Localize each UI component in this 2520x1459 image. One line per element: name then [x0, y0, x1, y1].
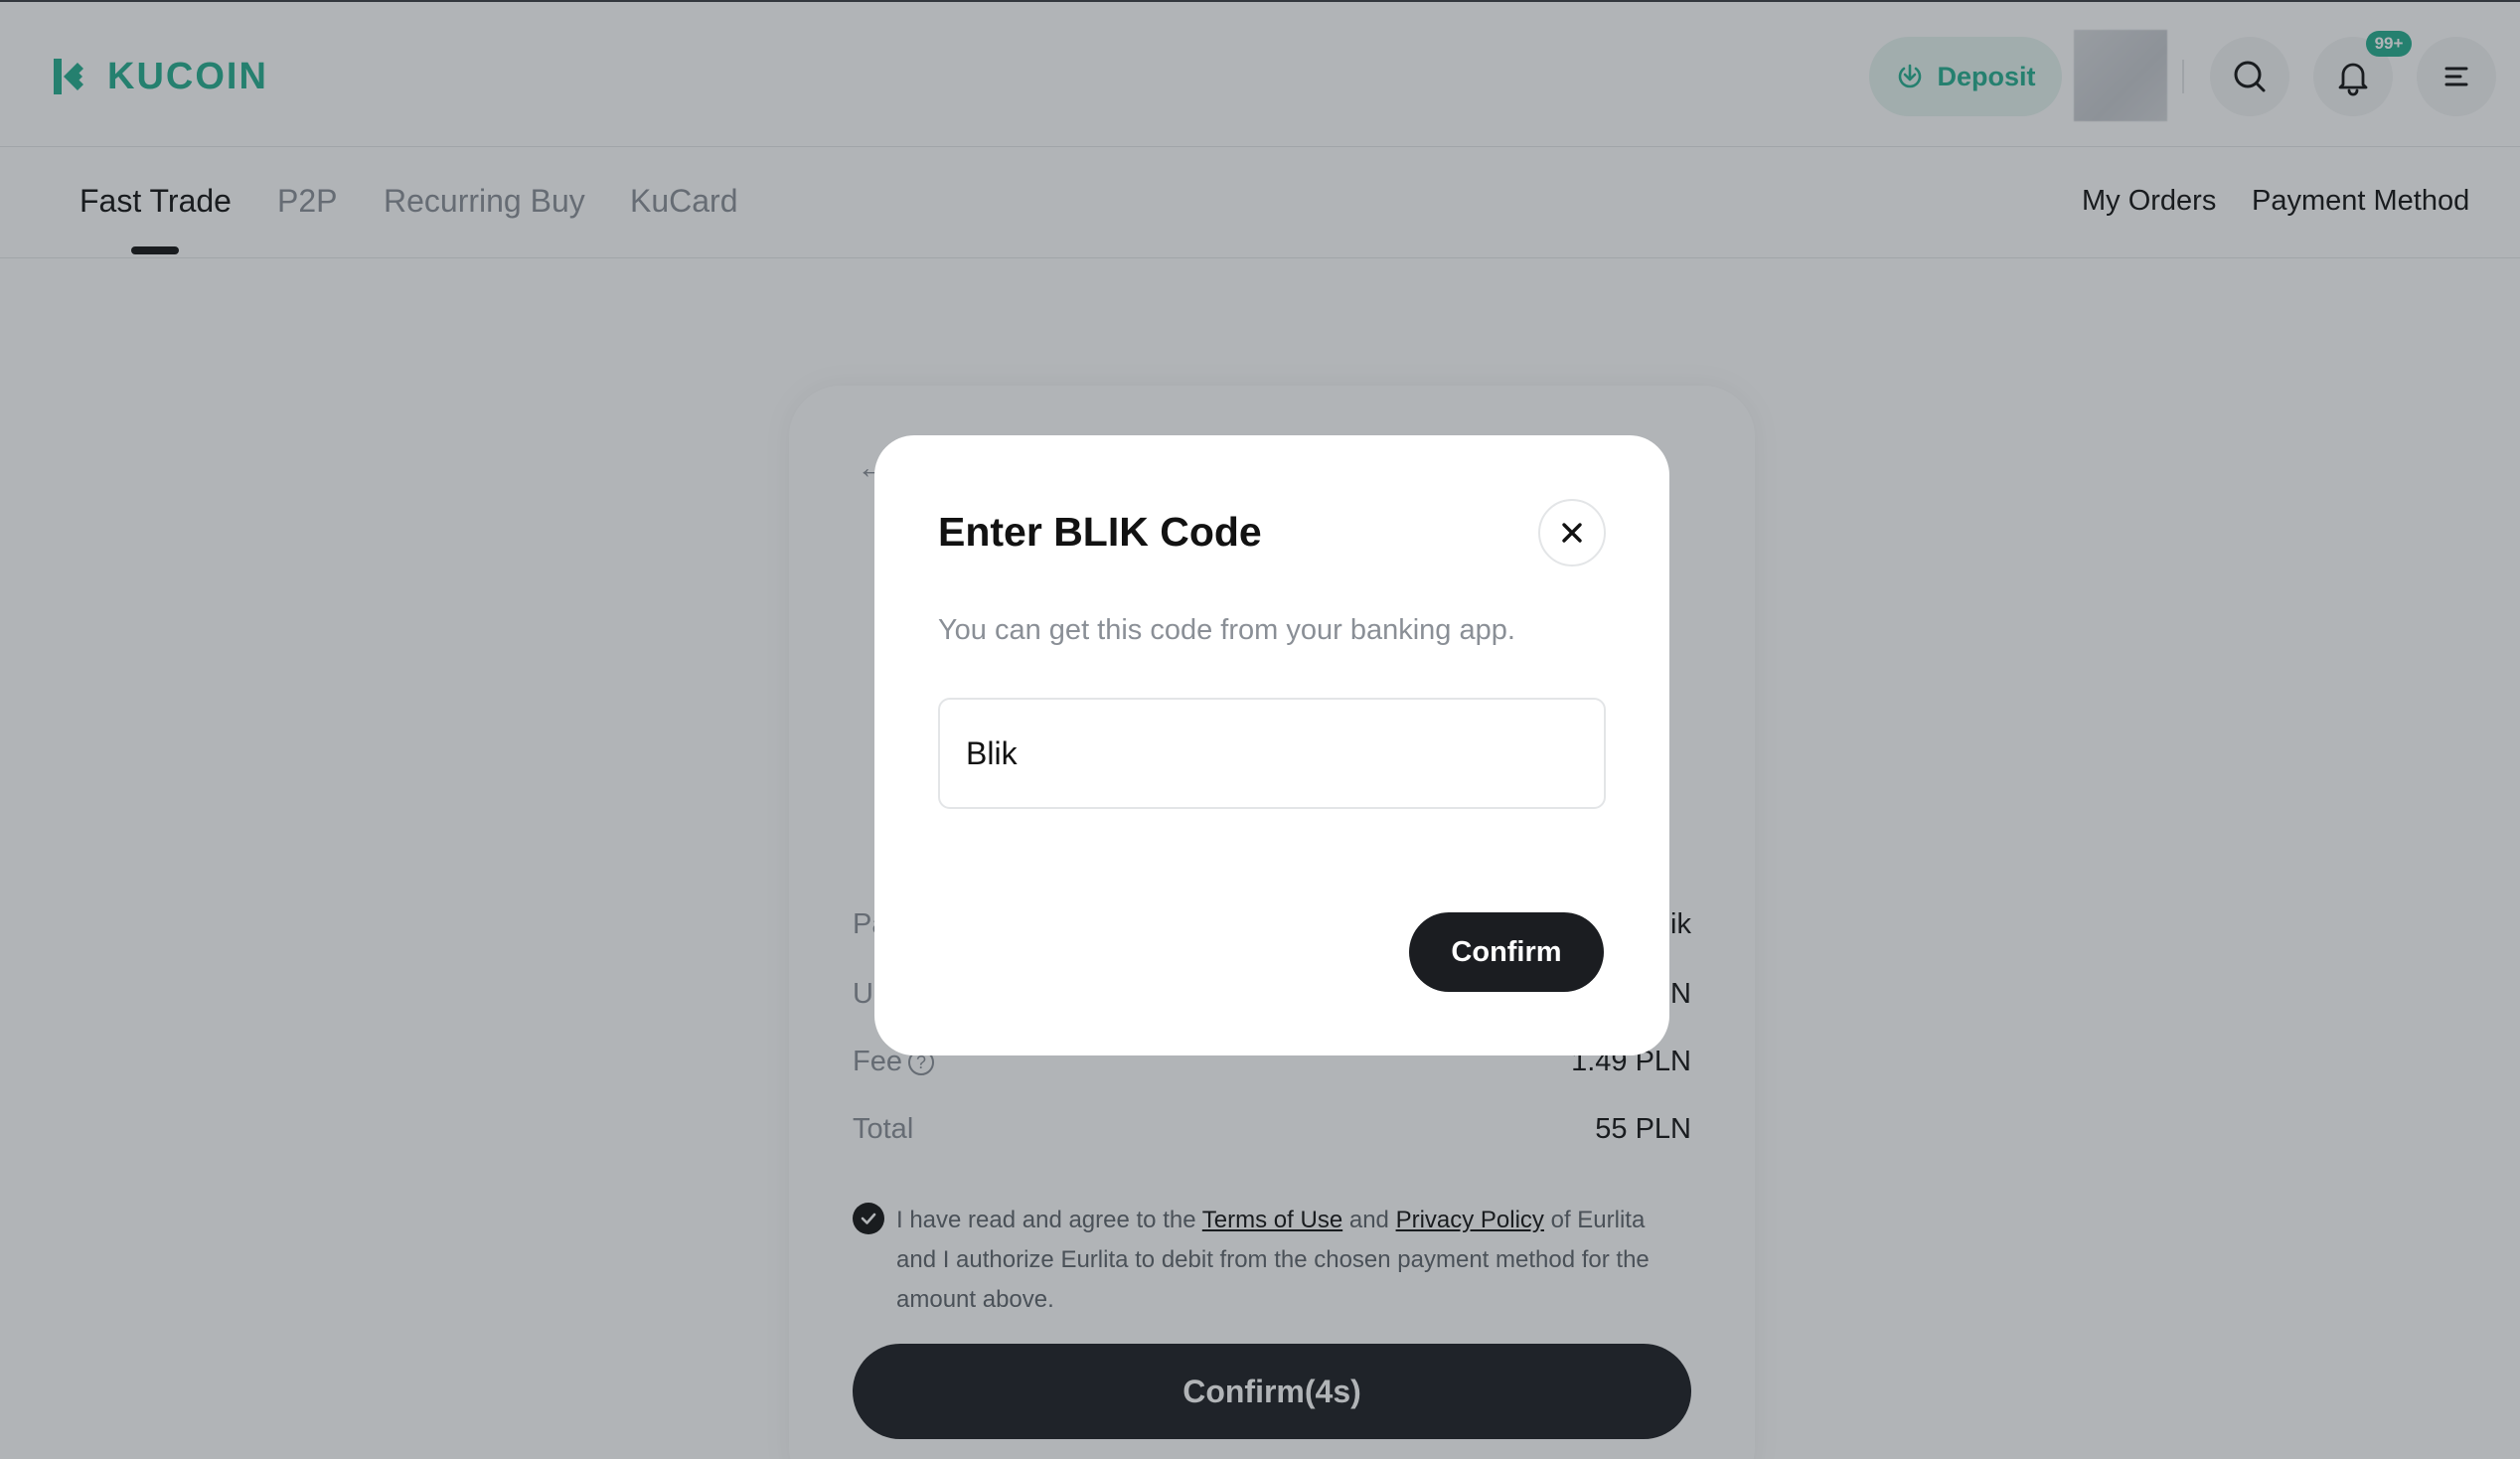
modal-confirm-button[interactable]: Confirm	[1409, 912, 1604, 992]
modal-subtitle: You can get this code from your banking …	[938, 614, 1515, 646]
modal-title: Enter BLIK Code	[938, 509, 1262, 555]
modal-close-button[interactable]	[1538, 499, 1606, 567]
close-icon	[1562, 523, 1582, 543]
blik-code-modal: Enter BLIK Code You can get this code fr…	[874, 435, 1669, 1055]
blik-code-input[interactable]	[938, 698, 1606, 809]
